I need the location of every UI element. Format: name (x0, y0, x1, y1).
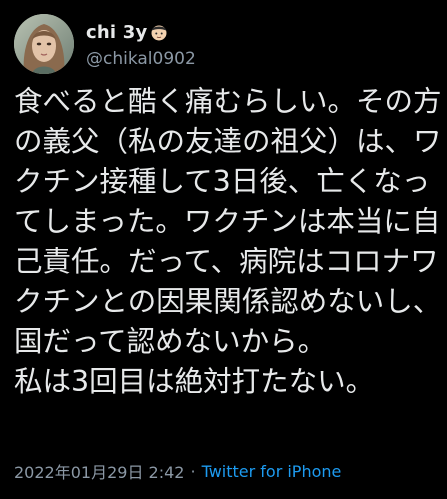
timestamp[interactable]: 2022年01月29日 2:42 (14, 459, 184, 483)
meta-separator: · (190, 461, 196, 481)
author-names: chi 3y @chikal0902 (86, 19, 196, 70)
source-link[interactable]: Twitter for iPhone (202, 462, 342, 481)
avatar[interactable] (14, 14, 74, 74)
tweet-header: chi 3y @chikal0902 (14, 12, 196, 76)
display-name-row[interactable]: chi 3y (86, 19, 196, 45)
tweet: chi 3y @chikal0902 食べると酷く痛むらしい。その方の義父（私の… (0, 0, 447, 499)
avatar-image (14, 14, 74, 74)
face-emoji-icon (149, 22, 169, 42)
tweet-text: 食べると酷く痛むらしい。その方の義父（私の友達の祖父）は、ワクチン接種して3日後… (14, 85, 442, 398)
tweet-meta: 2022年01月29日 2:42 · Twitter for iPhone (14, 459, 342, 483)
handle[interactable]: @chikal0902 (86, 49, 196, 69)
display-name[interactable]: chi 3y (86, 22, 147, 43)
